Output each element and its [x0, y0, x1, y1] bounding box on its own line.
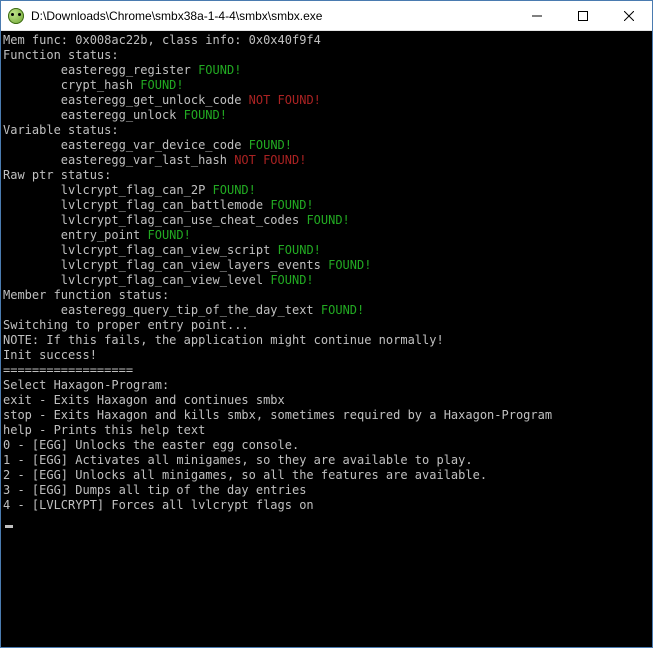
console-line: Select Haxagon-Program:: [1, 378, 652, 393]
console-line: exit - Exits Haxagon and continues smbx: [1, 393, 652, 408]
console-output[interactable]: Mem func: 0x008ac22b, class info: 0x0x40…: [1, 31, 652, 647]
console-line: help - Prints this help text: [1, 423, 652, 438]
console-line: Function status:: [1, 48, 652, 63]
minimize-button[interactable]: [514, 1, 560, 30]
window-title: D:\Downloads\Chrome\smbx38a-1-4-4\smbx\s…: [31, 9, 514, 23]
app-icon-slot: [1, 8, 31, 24]
console-line: lvlcrypt_flag_can_battlemode FOUND!: [1, 198, 652, 213]
console-line: stop - Exits Haxagon and kills smbx, som…: [1, 408, 652, 423]
status-text: FOUND!: [198, 63, 241, 77]
status-text: NOT FOUND!: [249, 93, 321, 107]
console-line: Member function status:: [1, 288, 652, 303]
status-text: NOT FOUND!: [234, 153, 306, 167]
console-line: lvlcrypt_flag_can_2P FOUND!: [1, 183, 652, 198]
prompt-line[interactable]: [1, 513, 652, 528]
status-text: FOUND!: [328, 258, 371, 272]
close-button[interactable]: [606, 1, 652, 30]
console-line: ==================: [1, 363, 652, 378]
window-controls: [514, 1, 652, 30]
status-text: FOUND!: [278, 243, 321, 257]
console-line: lvlcrypt_flag_can_view_layers_events FOU…: [1, 258, 652, 273]
maximize-icon: [578, 11, 588, 21]
close-icon: [624, 11, 634, 21]
console-line: 0 - [EGG] Unlocks the easter egg console…: [1, 438, 652, 453]
console-line: easteregg_var_device_code FOUND!: [1, 138, 652, 153]
console-line: Mem func: 0x008ac22b, class info: 0x0x40…: [1, 33, 652, 48]
app-window: D:\Downloads\Chrome\smbx38a-1-4-4\smbx\s…: [0, 0, 653, 648]
status-text: FOUND!: [140, 78, 183, 92]
console-line: Variable status:: [1, 123, 652, 138]
console-line: NOTE: If this fails, the application mig…: [1, 333, 652, 348]
console-line: 4 - [LVLCRYPT] Forces all lvlcrypt flags…: [1, 498, 652, 513]
console-line: easteregg_unlock FOUND!: [1, 108, 652, 123]
console-line: Raw ptr status:: [1, 168, 652, 183]
status-text: FOUND!: [184, 108, 227, 122]
status-text: FOUND!: [270, 198, 313, 212]
cursor: [5, 525, 13, 528]
minimize-icon: [532, 11, 542, 21]
maximize-button[interactable]: [560, 1, 606, 30]
console-line: lvlcrypt_flag_can_view_level FOUND!: [1, 273, 652, 288]
status-text: FOUND!: [249, 138, 292, 152]
console-line: Switching to proper entry point...: [1, 318, 652, 333]
console-line: Init success!: [1, 348, 652, 363]
titlebar[interactable]: D:\Downloads\Chrome\smbx38a-1-4-4\smbx\s…: [1, 1, 652, 31]
status-text: FOUND!: [213, 183, 256, 197]
status-text: FOUND!: [306, 213, 349, 227]
console-line: entry_point FOUND!: [1, 228, 652, 243]
console-line: easteregg_var_last_hash NOT FOUND!: [1, 153, 652, 168]
console-line: easteregg_register FOUND!: [1, 63, 652, 78]
console-line: crypt_hash FOUND!: [1, 78, 652, 93]
console-line: 2 - [EGG] Unlocks all minigames, so all …: [1, 468, 652, 483]
status-text: FOUND!: [270, 273, 313, 287]
console-line: 3 - [EGG] Dumps all tip of the day entri…: [1, 483, 652, 498]
console-line: 1 - [EGG] Activates all minigames, so th…: [1, 453, 652, 468]
console-line: easteregg_query_tip_of_the_day_text FOUN…: [1, 303, 652, 318]
console-line: lvlcrypt_flag_can_view_script FOUND!: [1, 243, 652, 258]
app-icon: [8, 8, 24, 24]
console-line: lvlcrypt_flag_can_use_cheat_codes FOUND!: [1, 213, 652, 228]
console-line: easteregg_get_unlock_code NOT FOUND!: [1, 93, 652, 108]
status-text: FOUND!: [321, 303, 364, 317]
status-text: FOUND!: [148, 228, 191, 242]
